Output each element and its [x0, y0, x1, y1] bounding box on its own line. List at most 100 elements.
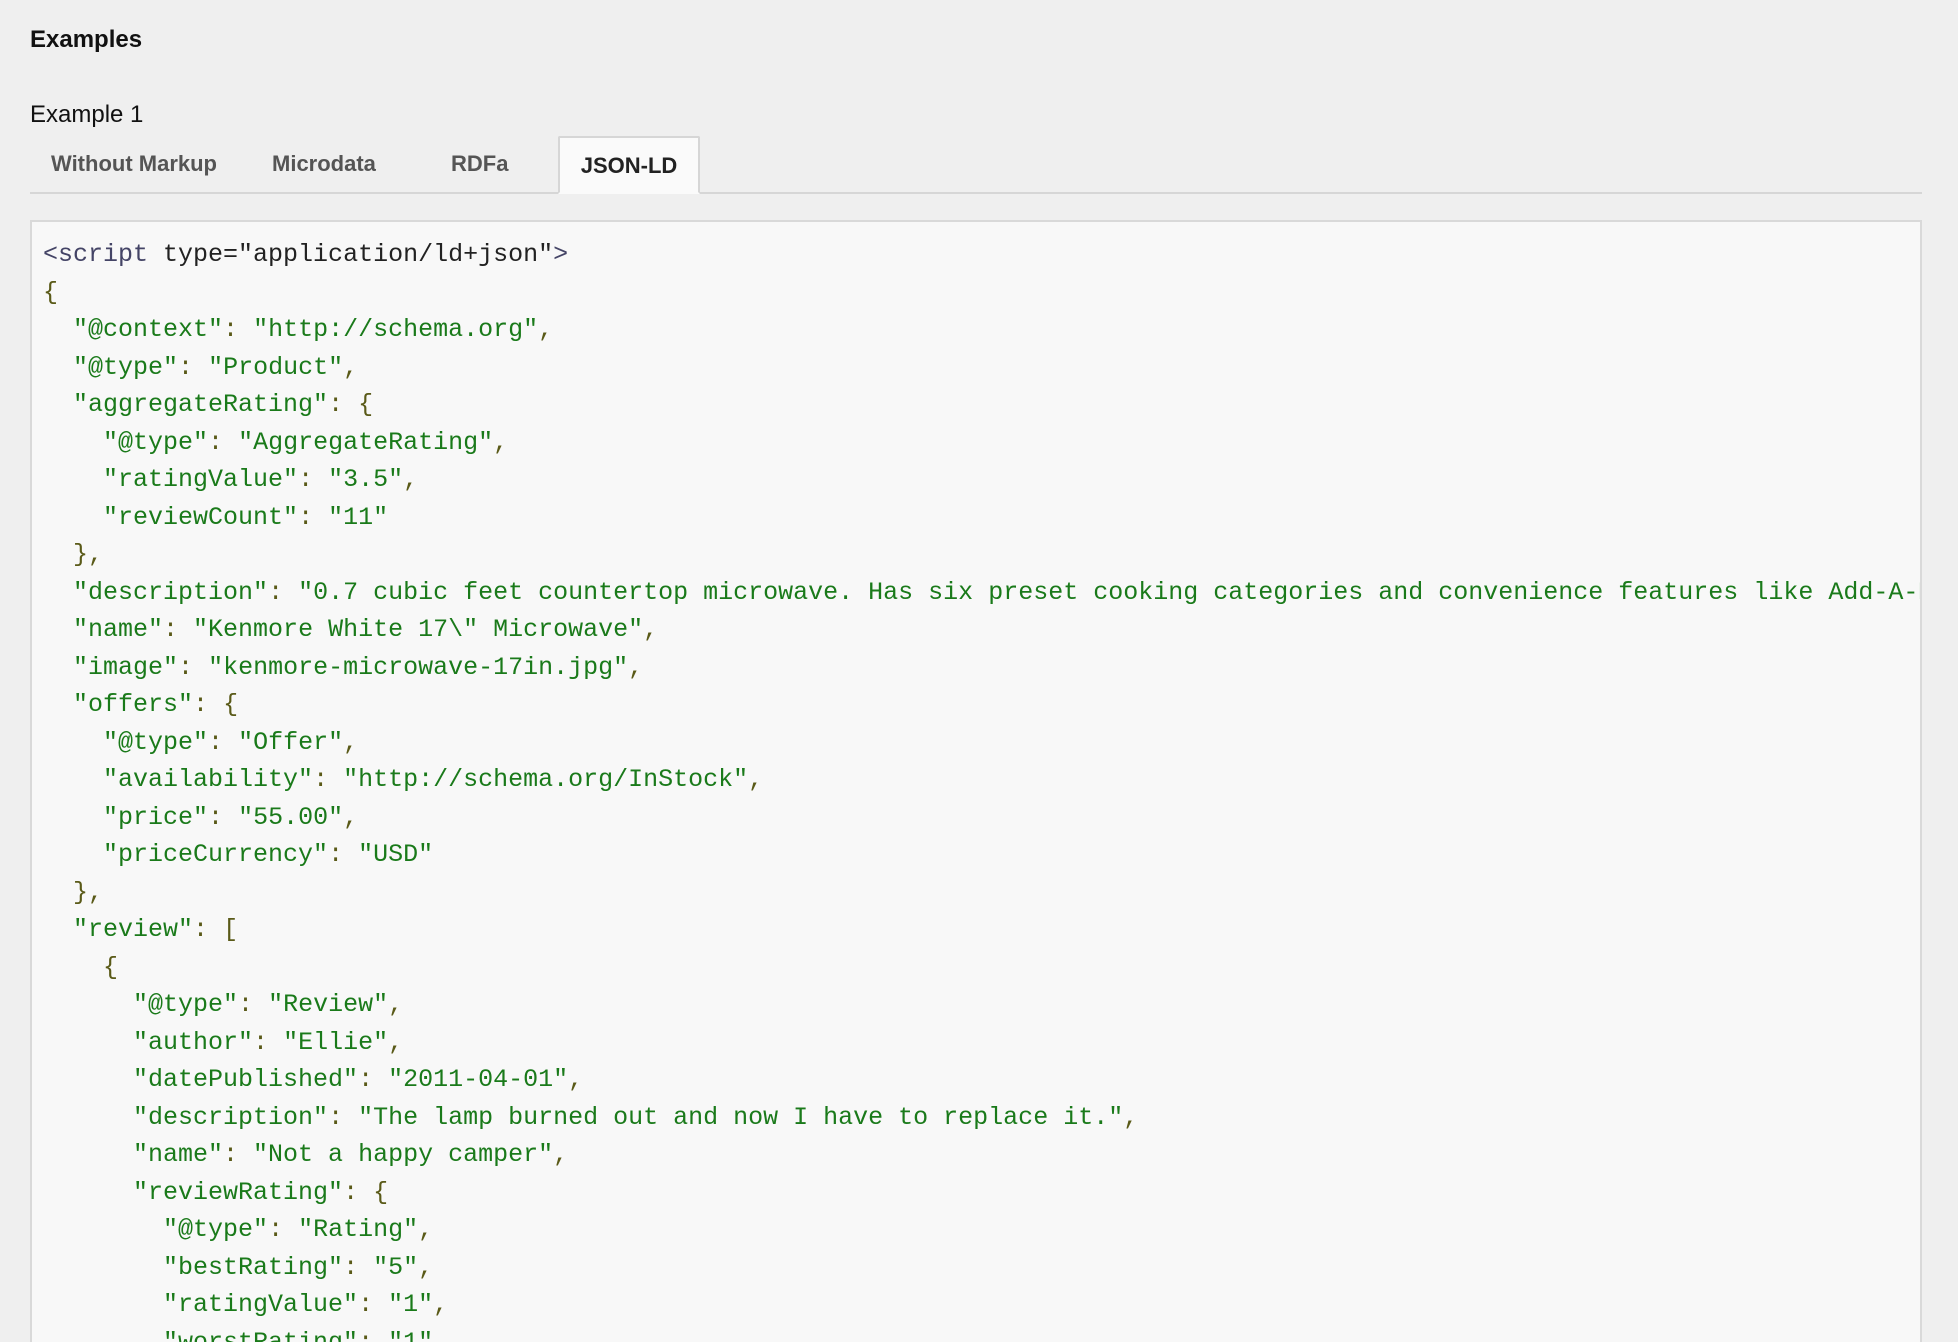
code-line: "@type": "Rating",: [43, 1211, 1920, 1249]
code-value: "0.7 cubic feet countertop microwave. Ha…: [298, 577, 1920, 607]
code-line: },: [43, 874, 1920, 912]
code-value: "Ellie": [283, 1027, 389, 1057]
code-key: "offers": [73, 690, 194, 719]
code-value: "http://schema.org": [253, 315, 539, 344]
code-key: "@type": [103, 427, 209, 457]
code-line: "description": "The lamp burned out and …: [43, 1099, 1920, 1137]
code-key: "author": [133, 1027, 254, 1057]
code-key: "ratingValue": [163, 1290, 359, 1319]
code-separator: :: [253, 1027, 284, 1057]
script-attr-value: "application/ld+json": [238, 240, 554, 269]
code-line: "@context": "http://schema.org",: [43, 311, 1920, 349]
code-value: "Not a happy camper": [253, 1140, 554, 1169]
code-value: "Rating": [298, 1215, 419, 1244]
code-key: "bestRating": [163, 1252, 344, 1282]
code-line: "availability": "http://schema.org/InSto…: [43, 761, 1920, 799]
code-punct: ,: [568, 1065, 584, 1094]
code-line: "@type": "Review",: [43, 986, 1920, 1024]
code-line: "image": "kenmore-microwave-17in.jpg",: [43, 649, 1920, 687]
code-line: "reviewCount": "11": [43, 499, 1920, 537]
code-punct: ,: [388, 1027, 404, 1057]
code-line: "ratingValue": "3.5",: [43, 461, 1920, 499]
code-punct: {: [223, 690, 239, 719]
code-line: "priceCurrency": "USD": [43, 836, 1920, 874]
code-separator: :: [208, 727, 239, 757]
section-title: Examples: [30, 26, 143, 53]
code-value: "AggregateRating": [238, 427, 494, 457]
code-key: "price": [103, 802, 209, 832]
code-punct: },: [73, 877, 104, 907]
code-value: "3.5": [328, 465, 404, 494]
code-value: "Product": [208, 352, 344, 382]
code-line: {: [43, 274, 1920, 312]
code-separator: :: [298, 465, 329, 494]
code-separator: :: [358, 1065, 389, 1094]
code-separator: :: [163, 615, 194, 644]
code-key: "description": [133, 1102, 329, 1132]
tab-microdata[interactable]: Microdata: [272, 136, 376, 192]
code-separator: :: [328, 1102, 359, 1132]
code-value: "5": [373, 1252, 419, 1282]
code-separator: :: [328, 840, 359, 869]
code-key: "@type": [73, 352, 179, 382]
code-punct: ,: [418, 1252, 434, 1282]
code-line: "worstRating": "1": [43, 1324, 1920, 1342]
tab-rdfa[interactable]: RDFa: [451, 136, 508, 192]
tab-json-ld[interactable]: JSON-LD: [558, 136, 700, 194]
code-value: "1": [388, 1327, 434, 1342]
code-key: "@type": [103, 727, 209, 757]
code-punct: ,: [433, 1290, 449, 1319]
script-attr: type=: [148, 240, 239, 269]
code-punct: ,: [418, 1215, 434, 1244]
code-separator: :: [358, 1327, 389, 1342]
code-punct: {: [43, 277, 59, 307]
code-punct: ,: [643, 615, 659, 644]
code-lines: { "@context": "http://schema.org", "@typ…: [43, 274, 1920, 1342]
code-line: {: [43, 949, 1920, 987]
code-key: "ratingValue": [103, 465, 299, 494]
code-separator: :: [178, 352, 209, 382]
code-separator: :: [358, 1290, 389, 1319]
code-key: "@type": [163, 1215, 269, 1244]
code-value: "2011-04-01": [388, 1065, 569, 1094]
code-punct: ,: [1123, 1102, 1139, 1132]
code-line: },: [43, 536, 1920, 574]
code-key: "datePublished": [133, 1065, 359, 1094]
tab-bar: Without Markup Microdata RDFa JSON-LD: [30, 136, 1922, 194]
code-line-script-tag: <script type="application/ld+json">: [43, 236, 1920, 274]
tab-without-markup[interactable]: Without Markup: [51, 136, 217, 192]
code-separator: :: [208, 427, 239, 457]
code-punct: ,: [343, 802, 359, 832]
code-separator: :: [208, 802, 239, 832]
code-key: "worstRating": [163, 1327, 359, 1342]
script-tag-open: <script: [43, 240, 149, 269]
code-key: "name": [73, 615, 164, 644]
code-separator: :: [298, 502, 329, 532]
code-punct: },: [73, 540, 104, 569]
code-block: <script type="application/ld+json">{ "@c…: [30, 220, 1922, 1342]
code-value: "Review": [268, 990, 389, 1019]
code-line: "name": "Not a happy camper",: [43, 1136, 1920, 1174]
code-separator: :: [268, 1215, 299, 1244]
code-punct: ,: [343, 352, 359, 382]
code-punct: ,: [553, 1140, 569, 1169]
